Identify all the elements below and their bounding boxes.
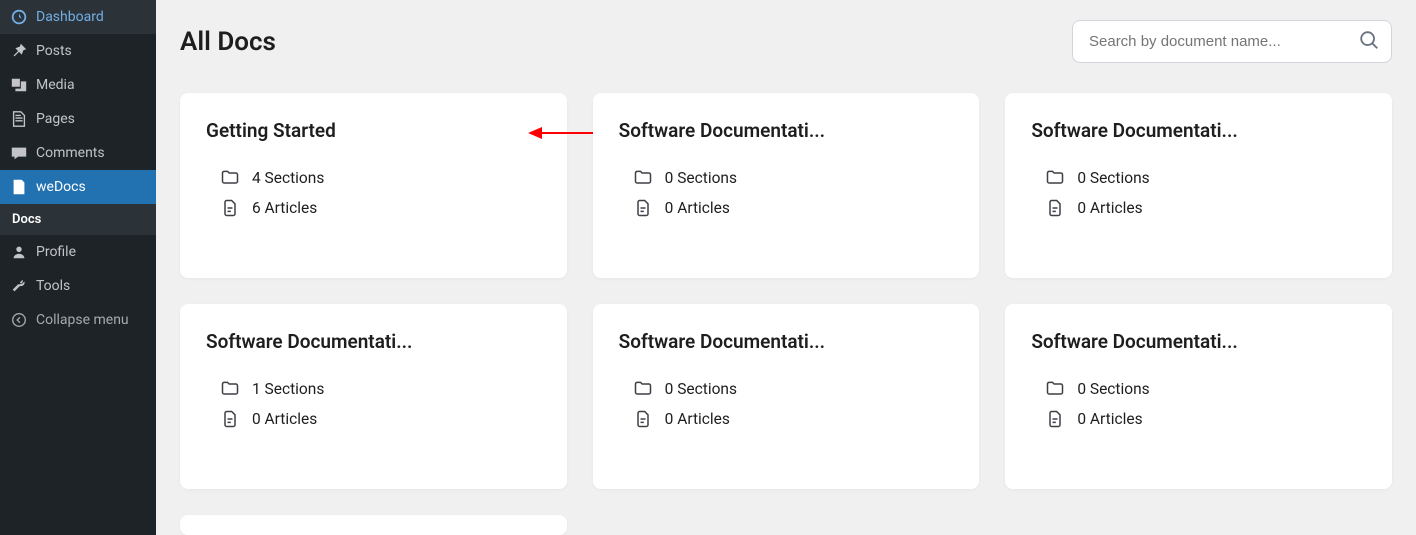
doc-sections-stat: 0 Sections	[1031, 168, 1366, 188]
sidebar-item-pages[interactable]: Pages	[0, 102, 156, 136]
folder-icon	[633, 168, 653, 188]
media-icon	[10, 76, 28, 94]
search-icon[interactable]	[1358, 29, 1380, 55]
docs-grid: Getting Started 4 Sections 6 Articles So…	[180, 93, 1392, 535]
folder-icon	[1045, 379, 1065, 399]
page-icon	[10, 110, 28, 128]
wrench-icon	[10, 277, 28, 295]
doc-articles-stat: 0 Articles	[1031, 198, 1366, 218]
article-icon	[220, 198, 240, 218]
sidebar-item-label: Tools	[36, 278, 70, 294]
doc-sections-stat: 0 Sections	[619, 379, 954, 399]
folder-icon	[1045, 168, 1065, 188]
collapse-icon	[10, 311, 28, 329]
doc-card-title: Software Documentati...	[1031, 330, 1366, 353]
doc-card[interactable]: Software Documentati... 0 Sections 0 Art…	[593, 93, 980, 278]
doc-articles-stat: 0 Articles	[619, 198, 954, 218]
article-icon	[633, 198, 653, 218]
doc-card[interactable]: Software Documentati... 0 Sections 0 Art…	[1005, 93, 1392, 278]
doc-card-title: Software Documentati...	[619, 330, 954, 353]
pin-icon	[10, 42, 28, 60]
admin-sidebar: Dashboard Posts Media Pages Comments weD…	[0, 0, 156, 535]
doc-articles-stat: 0 Articles	[206, 409, 541, 429]
article-icon	[1045, 198, 1065, 218]
sidebar-item-wedocs[interactable]: weDocs	[0, 170, 156, 204]
sidebar-item-label: Profile	[36, 244, 76, 260]
doc-card-title: Software Documentati...	[1031, 119, 1366, 142]
search-input[interactable]	[1072, 20, 1392, 63]
sidebar-item-media[interactable]: Media	[0, 68, 156, 102]
sidebar-item-dashboard[interactable]: Dashboard	[0, 0, 156, 34]
sidebar-item-label: Media	[36, 77, 75, 93]
article-icon	[1045, 409, 1065, 429]
page-header: All Docs	[180, 20, 1392, 63]
doc-articles-stat: 0 Articles	[619, 409, 954, 429]
folder-icon	[220, 379, 240, 399]
sidebar-item-label: Comments	[36, 145, 105, 161]
doc-sections-stat: 0 Sections	[1031, 379, 1366, 399]
doc-card-title: Software Documentati...	[619, 119, 954, 142]
user-icon	[10, 243, 28, 261]
doc-icon	[10, 178, 28, 196]
sidebar-item-profile[interactable]: Profile	[0, 235, 156, 269]
sidebar-item-label: Posts	[36, 43, 72, 59]
sidebar-item-comments[interactable]: Comments	[0, 136, 156, 170]
folder-icon	[220, 168, 240, 188]
sidebar-item-tools[interactable]: Tools	[0, 269, 156, 303]
sidebar-item-label: Dashboard	[36, 9, 104, 25]
doc-sections-stat: 0 Sections	[619, 168, 954, 188]
dashboard-icon	[10, 8, 28, 26]
page-title: All Docs	[180, 27, 276, 57]
article-icon	[220, 409, 240, 429]
doc-card[interactable]: Getting Started 4 Sections 6 Articles	[180, 93, 567, 278]
comment-icon	[10, 144, 28, 162]
folder-icon	[633, 379, 653, 399]
sidebar-item-label: Pages	[36, 111, 75, 127]
doc-card[interactable]: Software Documentati... 0 Sections 0 Art…	[1005, 304, 1392, 489]
doc-articles-stat: 0 Articles	[1031, 409, 1366, 429]
doc-sections-stat: 1 Sections	[206, 379, 541, 399]
doc-card-title: Getting Started	[206, 119, 541, 142]
docs-main: All Docs Getting Started 4 Sections 6 Ar…	[156, 0, 1416, 535]
article-icon	[633, 409, 653, 429]
doc-card-title: Software Documentati...	[206, 330, 541, 353]
sidebar-item-posts[interactable]: Posts	[0, 34, 156, 68]
doc-sections-stat: 4 Sections	[206, 168, 541, 188]
sidebar-sub-docs[interactable]: Docs	[0, 204, 156, 235]
doc-card[interactable]: Software Documentati... 1 Sections 0 Art…	[180, 304, 567, 489]
sidebar-item-label: weDocs	[36, 179, 86, 195]
doc-articles-stat: 6 Articles	[206, 198, 541, 218]
sidebar-collapse[interactable]: Collapse menu	[0, 303, 156, 337]
sidebar-item-label: Collapse menu	[36, 312, 129, 328]
doc-card-partial[interactable]	[180, 515, 567, 535]
doc-card[interactable]: Software Documentati... 0 Sections 0 Art…	[593, 304, 980, 489]
search-wrapper	[1072, 20, 1392, 63]
